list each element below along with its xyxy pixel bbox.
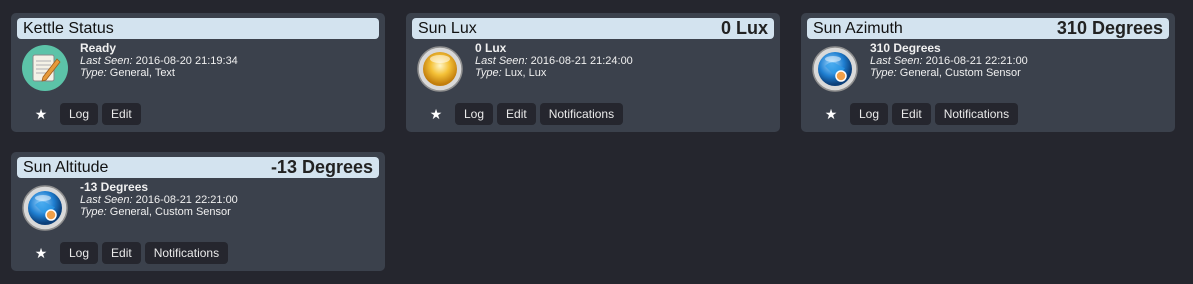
last-seen-label: Last Seen: (870, 55, 923, 67)
log-button[interactable]: Log (60, 103, 99, 125)
last-seen-label: Last Seen: (80, 55, 133, 67)
edit-button[interactable]: Edit (892, 103, 931, 125)
log-button[interactable]: Log (455, 103, 494, 125)
lux-bulb-icon[interactable] (416, 44, 464, 92)
type-value: General, Custom Sensor (899, 67, 1021, 79)
device-header: Sun Lux 0 Lux (412, 18, 774, 39)
last-seen-value: 2016-08-21 22:21:00 (135, 194, 238, 206)
favorite-star-icon[interactable]: ★ (421, 104, 451, 124)
type-label: Type: (870, 67, 897, 79)
device-card-sun-lux: Sun Lux 0 Lux 0 Lux Last Seen: 2016-08-2… (406, 13, 780, 132)
notifications-button[interactable]: Notifications (144, 242, 229, 264)
device-title: Sun Lux (418, 20, 477, 37)
custom-sensor-globe-icon[interactable] (21, 183, 69, 231)
last-seen-value: 2016-08-20 21:19:34 (135, 55, 238, 67)
type-label: Type: (80, 67, 107, 79)
log-button[interactable]: Log (850, 103, 889, 125)
custom-sensor-globe-icon[interactable] (811, 44, 859, 92)
favorite-star-icon[interactable]: ★ (26, 104, 56, 124)
notifications-button[interactable]: Notifications (539, 103, 624, 125)
favorite-star-icon[interactable]: ★ (26, 243, 56, 263)
last-seen-value: 2016-08-21 21:24:00 (530, 55, 633, 67)
edit-button[interactable]: Edit (102, 242, 141, 264)
device-header-value: -13 Degrees (270, 157, 373, 177)
log-button[interactable]: Log (60, 242, 99, 264)
device-card-sun-azimuth: Sun Azimuth 310 Degrees 310 Degrees Last… (801, 13, 1175, 132)
type-value: General, Text (109, 67, 175, 79)
device-title: Sun Azimuth (813, 20, 903, 37)
device-status: -13 Degrees (80, 180, 149, 194)
type-label: Type: (80, 206, 107, 218)
type-value: Lux, Lux (504, 67, 547, 79)
edit-button[interactable]: Edit (102, 103, 141, 125)
edit-button[interactable]: Edit (497, 103, 536, 125)
device-card-sun-altitude: Sun Altitude -13 Degrees -13 Degrees Las… (11, 152, 385, 271)
device-status: 0 Lux (475, 41, 507, 55)
device-header: Sun Azimuth 310 Degrees (807, 18, 1169, 39)
notepad-text-icon[interactable] (21, 44, 69, 92)
device-header: Sun Altitude -13 Degrees (17, 157, 379, 178)
type-value: General, Custom Sensor (109, 206, 231, 218)
last-seen-label: Last Seen: (80, 194, 133, 206)
type-label: Type: (475, 67, 502, 79)
device-header: Kettle Status (17, 18, 379, 39)
notifications-button[interactable]: Notifications (934, 103, 1019, 125)
favorite-star-icon[interactable]: ★ (816, 104, 846, 124)
device-header-value: 0 Lux (720, 18, 768, 38)
last-seen-label: Last Seen: (475, 55, 528, 67)
device-title: Sun Altitude (23, 159, 109, 176)
device-status: 310 Degrees (870, 41, 941, 55)
device-header-value: 310 Degrees (1056, 18, 1163, 38)
device-title: Kettle Status (23, 20, 114, 37)
device-status: Ready (80, 41, 117, 55)
device-card-kettle-status: Kettle Status Ready Last Seen: 2016-08-2… (11, 13, 385, 132)
last-seen-value: 2016-08-21 22:21:00 (925, 55, 1028, 67)
